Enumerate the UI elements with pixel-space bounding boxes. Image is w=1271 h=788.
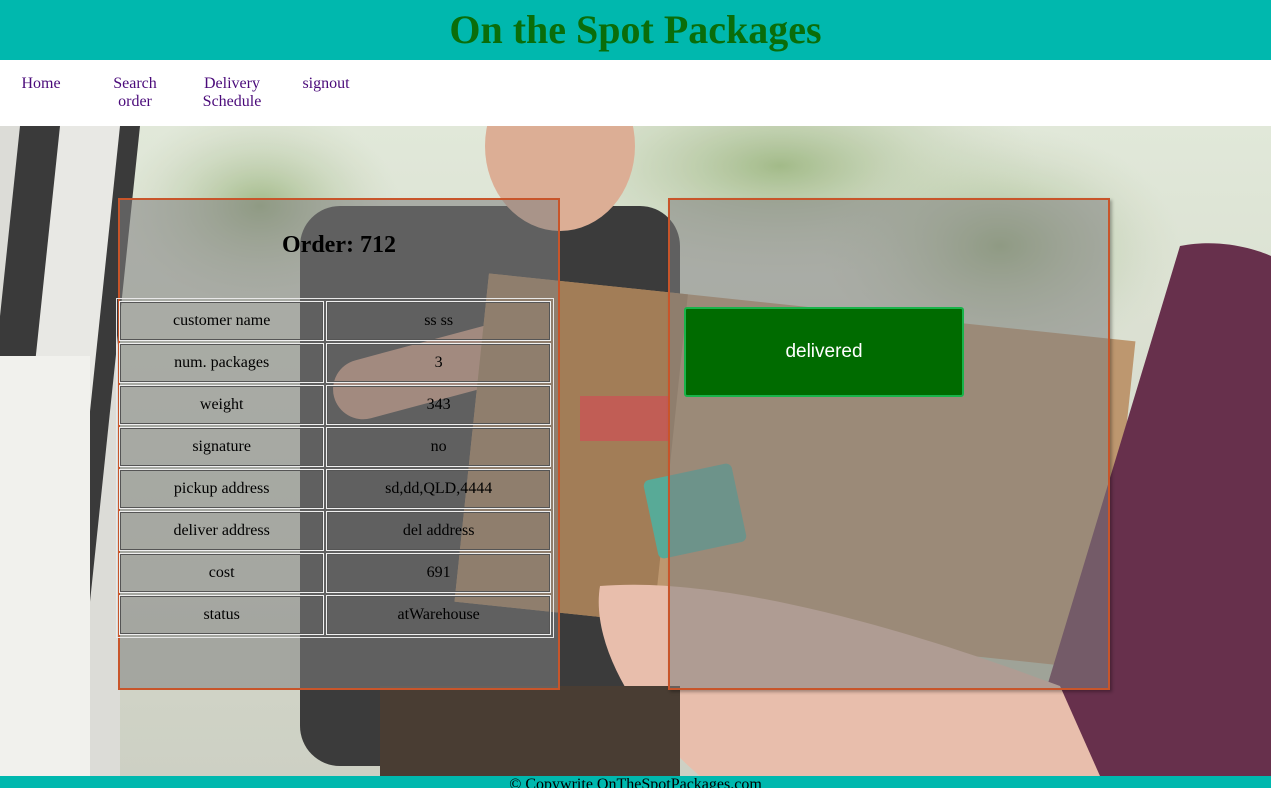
- row-value-num-packages: 3: [326, 343, 551, 383]
- table-row: pickup address sd,dd,QLD,4444: [119, 469, 551, 509]
- nav-search-label-line2: order: [118, 93, 152, 110]
- row-value-weight: 343: [326, 385, 551, 425]
- nav-home-label: Home: [21, 75, 61, 92]
- row-label-num-packages: num. packages: [119, 343, 325, 383]
- nav-link-search-order[interactable]: Search order: [104, 75, 166, 111]
- table-row: customer name ss ss: [119, 301, 551, 341]
- table-row: num. packages 3: [119, 343, 551, 383]
- row-label-weight: weight: [119, 385, 325, 425]
- row-value-status: atWarehouse: [326, 595, 551, 635]
- order-details-panel: Order: 712 customer name ss ss num. pack…: [116, 198, 560, 690]
- hero-section: Order: 712 customer name ss ss num. pack…: [0, 126, 1271, 776]
- nav-link-signout[interactable]: signout: [296, 75, 356, 93]
- status-actions-panel: delivered: [668, 198, 1110, 690]
- row-label-pickup-address: pickup address: [119, 469, 325, 509]
- delivered-button[interactable]: delivered: [684, 307, 964, 397]
- table-row: cost 691: [119, 553, 551, 593]
- nav-schedule-label-line2: Schedule: [202, 93, 262, 110]
- site-header: On the Spot Packages: [0, 0, 1271, 60]
- nav-link-delivery-schedule[interactable]: Delivery Schedule: [196, 75, 268, 111]
- table-row: status atWarehouse: [119, 595, 551, 635]
- table-row: deliver address del address: [119, 511, 551, 551]
- row-label-status: status: [119, 595, 325, 635]
- order-details-table: customer name ss ss num. packages 3 weig…: [116, 298, 554, 638]
- table-row: signature no: [119, 427, 551, 467]
- nav-bar: Home Search order Delivery Schedule signou…: [0, 60, 1271, 126]
- table-row: weight 343: [119, 385, 551, 425]
- nav-schedule-label-line1: Delivery: [204, 75, 260, 92]
- row-label-customer-name: customer name: [119, 301, 325, 341]
- row-value-pickup-address: sd,dd,QLD,4444: [326, 469, 551, 509]
- row-label-signature: signature: [119, 427, 325, 467]
- row-value-deliver-address: del address: [326, 511, 551, 551]
- row-label-cost: cost: [119, 553, 325, 593]
- site-title: On the Spot Packages: [449, 7, 822, 52]
- row-label-deliver-address: deliver address: [119, 511, 325, 551]
- nav-link-home[interactable]: Home: [14, 75, 68, 93]
- site-footer: © Copywrite OnTheSpotPackages.com: [0, 776, 1271, 788]
- nav-signout-label: signout: [302, 75, 350, 92]
- nav-search-label-line1: Search: [113, 75, 157, 92]
- row-value-signature: no: [326, 427, 551, 467]
- row-value-cost: 691: [326, 553, 551, 593]
- order-title: Order: 712: [282, 232, 396, 258]
- copyright-text: © Copywrite OnTheSpotPackages.com: [509, 776, 762, 788]
- row-value-customer-name: ss ss: [326, 301, 551, 341]
